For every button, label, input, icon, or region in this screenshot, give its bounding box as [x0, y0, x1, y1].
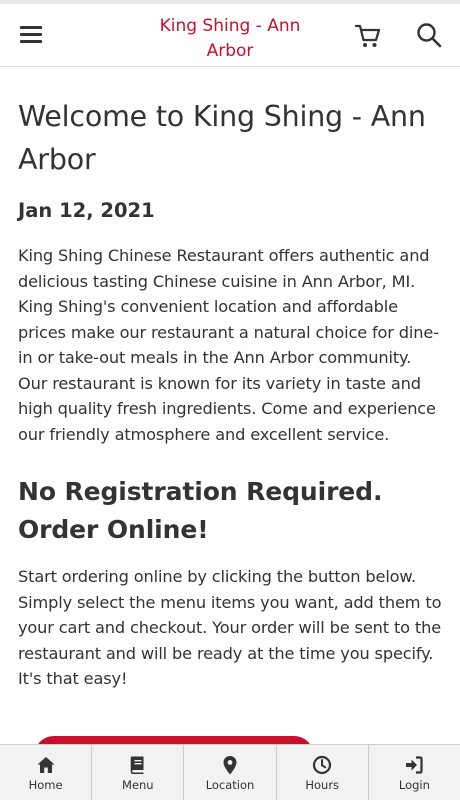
map-pin-icon — [223, 756, 237, 775]
nav-item-location[interactable]: Location — [184, 745, 277, 800]
home-icon — [37, 757, 55, 773]
nav-label: Menu — [122, 778, 154, 792]
top-header: King Shing - Ann Arbor — [0, 4, 460, 67]
intro-paragraph: King Shing Chinese Restaurant offers aut… — [18, 246, 439, 444]
nav-label: Location — [205, 778, 255, 792]
search-icon[interactable] — [416, 22, 442, 48]
nav-item-menu[interactable]: Menu — [92, 745, 185, 800]
nav-label: Hours — [305, 778, 340, 792]
order-heading: No Registration Required. Order Online! — [18, 477, 383, 544]
cart-icon[interactable] — [354, 22, 382, 50]
nav-item-login[interactable]: Login — [369, 745, 460, 800]
clock-icon — [313, 755, 332, 775]
book-icon — [130, 756, 144, 774]
hamburger-icon[interactable] — [20, 24, 42, 44]
sign-in-icon — [406, 756, 424, 774]
bottom-nav: Home Menu Location Hours Login — [0, 744, 460, 800]
page-title: Welcome to King Shing - Ann Arbor — [18, 100, 426, 176]
main-content: Welcome to King Shing - Ann Arbor Jan 12… — [0, 67, 460, 692]
nav-item-home[interactable]: Home — [0, 745, 93, 800]
nav-label: Login — [398, 778, 430, 792]
nav-label: Home — [28, 778, 63, 792]
restaurant-title[interactable]: King Shing - Ann Arbor — [150, 14, 310, 64]
nav-item-hours[interactable]: Hours — [277, 745, 369, 800]
post-date: Jan 12, 2021 — [18, 199, 155, 222]
order-paragraph: Start ordering online by clicking the bu… — [18, 567, 442, 688]
